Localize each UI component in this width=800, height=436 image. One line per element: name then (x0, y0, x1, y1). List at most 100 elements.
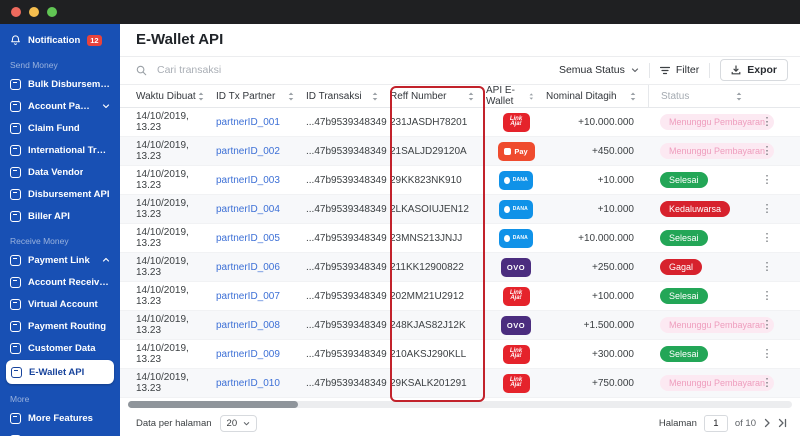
status-filter-dropdown[interactable]: Semua Status (559, 64, 639, 76)
cell-waktu-dibuat: 14/10/2019, 13.23 (136, 314, 189, 337)
sidebar-item-claim-fund[interactable]: Claim Fund (0, 117, 120, 139)
cell-id-tx-partner-link[interactable]: partnerID_010 (216, 378, 306, 389)
cell-id-tx-partner-link[interactable]: partnerID_001 (216, 117, 306, 128)
row-menu-button[interactable]: ⋮ (754, 319, 780, 331)
cell-id-tx-partner-link[interactable]: partnerID_006 (216, 262, 306, 273)
column-header-reff-number[interactable]: Reff Number (390, 91, 486, 102)
table-row[interactable]: 14/10/2019, 13.23 partnerID_006 ...47b95… (120, 253, 800, 283)
column-header-id-transaksi[interactable]: ID Transaksi (306, 91, 390, 102)
sidebar-item-label: International Transfer (28, 144, 110, 156)
search-box[interactable] (136, 63, 559, 78)
sidebar-item-disbursement-api[interactable]: Disbursement API (0, 183, 120, 205)
menu-item-icon (10, 254, 21, 266)
row-menu-button[interactable]: ⋮ (754, 348, 780, 360)
sort-icon (198, 92, 204, 101)
linkaja-badge: Link Aja! (502, 112, 530, 132)
sidebar-item-more-features[interactable]: More Features (0, 407, 120, 429)
cell-id-transaksi: ...47b9539348349 (306, 145, 387, 157)
table-row[interactable]: 14/10/2019, 13.23 partnerID_010 ...47b95… (120, 369, 800, 399)
sidebar-item-payment-routing[interactable]: Payment Routing (0, 315, 120, 337)
sidebar-item-account-payable[interactable]: Account Payable (0, 95, 120, 117)
scrollbar-thumb[interactable] (128, 401, 298, 409)
column-header-nominal-ditagih[interactable]: Nominal Ditagih (546, 91, 648, 102)
last-page-button[interactable] (778, 418, 788, 428)
cell-nominal-ditagih: +250.000 (592, 261, 634, 273)
cell-reff-number: 202MM21U2912 (390, 290, 464, 302)
cell-id-tx-partner-link[interactable]: partnerID_007 (216, 291, 306, 302)
sidebar-item-data-vendor[interactable]: Data Vendor (0, 161, 120, 183)
next-page-button[interactable] (763, 418, 771, 428)
cell-id-tx-partner-link[interactable]: partnerID_004 (216, 204, 306, 215)
sidebar-item-label: Account Receivable (28, 276, 110, 288)
sidebar-item-bulk-disbursement[interactable]: Bulk Disbursement (0, 73, 120, 95)
cell-id-tx-partner-link[interactable]: partnerID_003 (216, 175, 306, 186)
toolbar-divider (709, 62, 711, 78)
sidebar-section: Send Money Bulk Disbursement Account Pay… (0, 51, 120, 227)
cell-api-ewallet: DANA (486, 170, 546, 190)
minimize-button[interactable] (29, 7, 39, 17)
last-page-icon (778, 419, 787, 428)
menu-item-icon (10, 320, 21, 332)
page-label: Halaman (658, 417, 697, 429)
table-row[interactable]: 14/10/2019, 13.23 partnerID_003 ...47b95… (120, 166, 800, 196)
cell-api-ewallet: OVO (486, 257, 546, 277)
sidebar-item-virtual-account[interactable]: Virtual Account (0, 293, 120, 315)
table-row[interactable]: 14/10/2019, 13.23 partnerID_002 ...47b95… (120, 137, 800, 167)
linkaja-logo: Link Aja! (509, 115, 523, 128)
sidebar-item-account-receivable[interactable]: Account Receivable (0, 271, 120, 293)
page-number-input[interactable] (703, 414, 728, 432)
row-menu-button[interactable]: ⋮ (754, 116, 780, 128)
cell-status: Selesai (648, 346, 754, 363)
column-header-api-ewallet[interactable]: API E-Wallet (486, 85, 546, 107)
row-menu-button[interactable]: ⋮ (754, 261, 780, 273)
sidebar-item-payment-link[interactable]: Payment Link (0, 249, 120, 271)
sort-icon (630, 92, 636, 101)
table-row[interactable]: 14/10/2019, 13.23 partnerID_007 ...47b95… (120, 282, 800, 312)
cell-status: Menunggu Pembayaran (648, 114, 775, 131)
status-badge: Gagal (660, 259, 703, 276)
menu-item-icon (10, 412, 21, 424)
row-menu-button[interactable]: ⋮ (754, 203, 780, 215)
cell-id-tx-partner-link[interactable]: partnerID_009 (216, 349, 306, 360)
cell-id-tx-partner-link[interactable]: partnerID_002 (216, 146, 306, 157)
table-row[interactable]: 14/10/2019, 13.23 partnerID_005 ...47b95… (120, 224, 800, 254)
menu-item-icon (10, 276, 21, 288)
sidebar-section: More More Features Settings (0, 385, 120, 436)
search-input[interactable] (155, 63, 335, 78)
horizontal-scrollbar[interactable] (128, 401, 792, 409)
dana-badge: DANA (499, 199, 533, 219)
chevron-up-icon (102, 257, 110, 262)
row-menu-button[interactable]: ⋮ (754, 290, 780, 302)
table-row[interactable]: 14/10/2019, 13.23 partnerID_001 ...47b95… (120, 108, 800, 138)
column-header-id-tx-partner[interactable]: ID Tx Partner (216, 91, 306, 102)
cell-waktu-dibuat: 14/10/2019, 13.23 (136, 285, 189, 308)
row-menu-button[interactable]: ⋮ (754, 174, 780, 186)
row-menu-button[interactable]: ⋮ (754, 377, 780, 389)
filter-button[interactable]: Filter (659, 64, 699, 76)
sidebar-item-biller-api[interactable]: Biller API (0, 205, 120, 227)
sidebar-item-international-transfer[interactable]: International Transfer (0, 139, 120, 161)
cell-nominal-ditagih: +300.000 (592, 348, 634, 360)
sidebar-item-label: Data Vendor (28, 166, 84, 178)
close-button[interactable] (11, 7, 21, 17)
zoom-button[interactable] (47, 7, 57, 17)
column-header-status[interactable]: Status (648, 84, 754, 108)
export-button[interactable]: Expor (720, 59, 788, 82)
per-page-select[interactable]: 20 (219, 414, 258, 432)
status-badge: Selesai (660, 346, 708, 363)
cell-id-tx-partner-link[interactable]: partnerID_005 (216, 233, 306, 244)
sidebar-item-e-wallet-api[interactable]: E-Wallet API (6, 360, 114, 384)
cell-id-tx-partner-link[interactable]: partnerID_008 (216, 320, 306, 331)
row-menu-button[interactable]: ⋮ (754, 145, 780, 157)
sort-icon (288, 92, 294, 101)
table-row[interactable]: 14/10/2019, 13.23 partnerID_009 ...47b95… (120, 340, 800, 370)
table-row[interactable]: 14/10/2019, 13.23 partnerID_004 ...47b95… (120, 195, 800, 225)
table-row[interactable]: 14/10/2019, 13.23 partnerID_008 ...47b95… (120, 311, 800, 341)
sidebar-item-notification[interactable]: Notification 12 (0, 29, 120, 51)
sidebar-item-settings[interactable]: Settings (0, 429, 120, 436)
row-menu-button[interactable]: ⋮ (754, 232, 780, 244)
sidebar-item-customer-data[interactable]: Customer Data (0, 337, 120, 359)
sort-icon (529, 92, 534, 100)
column-header-waktu-dibuat[interactable]: Waktu Dibuat (136, 91, 216, 102)
sidebar-item-label: Payment Link (28, 254, 90, 266)
